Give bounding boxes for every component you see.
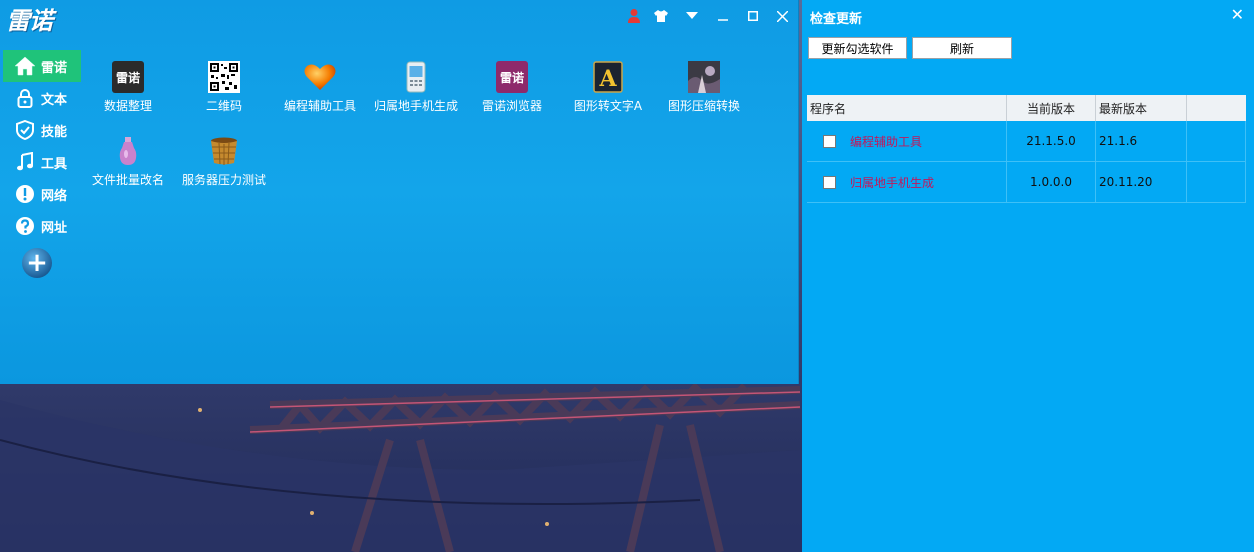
app-tile-phone-location[interactable]: 归属地手机生成 [368, 60, 464, 114]
row-filler [1186, 161, 1246, 203]
column-header-latest-version[interactable]: 最新版本 [1095, 95, 1187, 121]
bottle-icon [111, 134, 145, 168]
sidebar-item-home[interactable]: 雷诺 [3, 50, 81, 82]
app-tile-data-organize[interactable]: 雷诺 数据整理 [80, 60, 176, 114]
app-tile-qr-code[interactable]: 二维码 [176, 60, 272, 114]
help-icon [14, 215, 36, 237]
qr-code-icon [207, 60, 241, 94]
app-label: 编程辅助工具 [283, 99, 356, 113]
sidebar-item-label: 文本 [41, 92, 68, 108]
launcher-window: 雷诺 雷诺 文本 技能 工具 网络 网址 + 雷诺 数据整理 二维码 编程辅助工… [0, 0, 799, 384]
user-icon[interactable] [624, 6, 644, 26]
maximize-icon[interactable] [743, 6, 763, 26]
svg-text:A: A [598, 66, 617, 92]
app-label: 雷诺浏览器 [481, 99, 542, 113]
latest-version: 21.1.6 [1095, 121, 1187, 162]
sidebar-item-label: 网址 [41, 220, 68, 236]
heart-icon [303, 60, 337, 94]
app-tile-batch-rename[interactable]: 文件批量改名 [80, 134, 176, 188]
refresh-button[interactable]: 刷新 [912, 37, 1012, 59]
warning-icon [14, 183, 36, 205]
svg-text:雷诺: 雷诺 [116, 70, 140, 85]
image-to-text-icon: A [591, 60, 625, 94]
program-name: 编程辅助工具 [850, 134, 923, 149]
add-button[interactable]: + [22, 248, 52, 278]
sidebar-item-label: 网络 [41, 188, 68, 204]
sidebar-item-text[interactable]: 文本 [0, 82, 82, 114]
sidebar-item-skills[interactable]: 技能 [0, 114, 82, 146]
svg-text:雷诺: 雷诺 [500, 70, 524, 85]
check-update-panel: 检查更新 ✕ 更新勾选软件 刷新 程序名 当前版本 最新版本 编程辅助工具 21… [802, 0, 1254, 552]
leinuo-logo-icon: 雷诺 [111, 60, 145, 94]
row-checkbox[interactable] [823, 134, 836, 148]
close-icon[interactable]: ✕ [1231, 5, 1244, 24]
app-tile-image-to-text[interactable]: A 图形转文字A [560, 60, 656, 114]
sidebar-item-label: 技能 [41, 124, 68, 140]
current-version: 21.1.5.0 [1006, 121, 1096, 162]
sidebar-item-tools[interactable]: 工具 [0, 146, 82, 178]
panel-title: 检查更新 [810, 12, 863, 27]
column-header-current-version[interactable]: 当前版本 [1006, 95, 1096, 121]
app-tile-image-compress[interactable]: 图形压缩转换 [656, 60, 752, 114]
basket-icon [207, 134, 241, 168]
home-icon [14, 55, 36, 77]
latest-version: 20.11.20 [1095, 161, 1187, 203]
app-tile-leinuo-browser[interactable]: 雷诺 雷诺浏览器 [464, 60, 560, 114]
sidebar-item-label: 工具 [41, 156, 68, 172]
program-name: 归属地手机生成 [850, 175, 935, 190]
table-row: 编程辅助工具 21.1.5.0 21.1.6 [807, 121, 1246, 162]
app-label: 图形压缩转换 [667, 99, 740, 113]
phone-icon [399, 60, 433, 94]
sidebar-item-network[interactable]: 网络 [0, 178, 82, 210]
music-note-icon [14, 151, 36, 173]
app-label: 文件批量改名 [91, 173, 164, 187]
table-header-row: 程序名 当前版本 最新版本 [807, 95, 1246, 121]
update-selected-button[interactable]: 更新勾选软件 [808, 37, 907, 59]
sidebar-item-urls[interactable]: 网址 [0, 210, 82, 242]
menu-dropdown-icon[interactable] [682, 6, 702, 26]
row-checkbox[interactable] [823, 175, 836, 189]
close-icon[interactable] [772, 6, 792, 26]
column-header-filler [1186, 95, 1246, 121]
image-compress-icon [687, 60, 721, 94]
row-filler [1186, 121, 1246, 162]
shield-icon [14, 119, 36, 141]
current-version: 1.0.0.0 [1006, 161, 1096, 203]
browser-icon: 雷诺 [495, 60, 529, 94]
app-tile-programming-helper[interactable]: 编程辅助工具 [272, 60, 368, 114]
minimize-icon[interactable] [713, 6, 733, 26]
app-label: 归属地手机生成 [373, 99, 458, 113]
app-label: 服务器压力测试 [181, 173, 266, 187]
table-row: 归属地手机生成 1.0.0.0 20.11.20 [807, 161, 1246, 203]
app-tile-server-stress-test[interactable]: 服务器压力测试 [176, 134, 272, 188]
sidebar-item-label: 雷诺 [41, 60, 68, 76]
update-table: 程序名 当前版本 最新版本 编程辅助工具 21.1.5.0 21.1.6 归属地… [807, 95, 1246, 203]
app-label: 二维码 [205, 99, 242, 113]
sidebar: 雷诺 文本 技能 工具 网络 网址 [0, 50, 82, 242]
app-label: 图形转文字A [573, 99, 643, 113]
app-logo: 雷诺 [6, 7, 53, 35]
column-header-name[interactable]: 程序名 [807, 95, 1007, 121]
title-bar[interactable]: 雷诺 [0, 0, 798, 35]
app-label: 数据整理 [103, 99, 152, 113]
lock-icon [14, 87, 36, 109]
skin-shirt-icon[interactable] [651, 6, 671, 26]
